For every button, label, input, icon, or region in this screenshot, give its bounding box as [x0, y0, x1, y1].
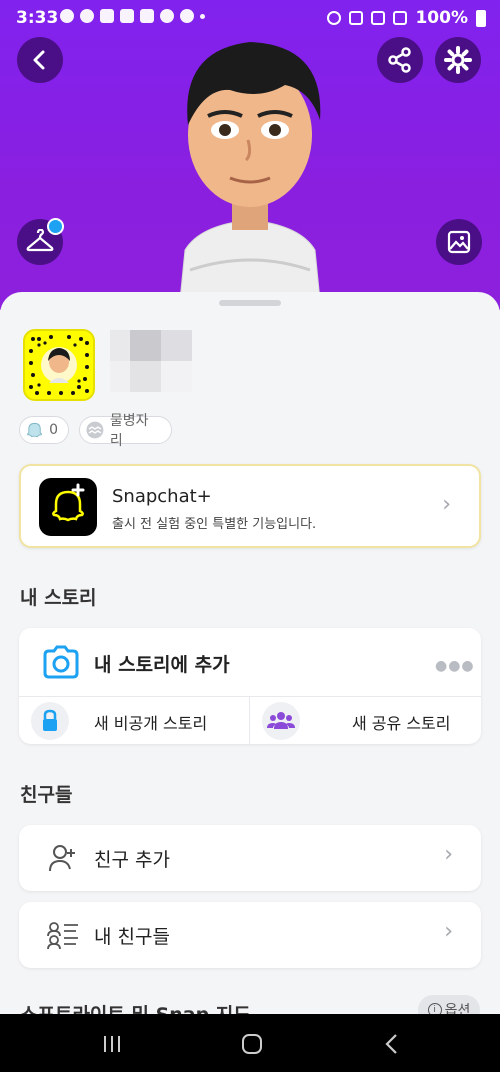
snap-score-chip[interactable]: 0 [19, 416, 69, 444]
talk-icon [60, 9, 74, 23]
camera-icon [43, 645, 79, 679]
signal-icon [393, 11, 408, 25]
notification-icons [60, 9, 205, 23]
app-icon [100, 9, 114, 23]
navigation-bar [0, 1014, 500, 1072]
new-private-story-label: 새 비공개 스토리 [94, 714, 208, 733]
ghost-icon [27, 422, 42, 438]
gear-icon [444, 46, 472, 74]
app-icon [120, 9, 134, 23]
add-friends-label: 친구 추가 [94, 849, 170, 871]
alarm-icon [327, 11, 342, 25]
status-time: 3:33 [16, 8, 59, 28]
zodiac-label: 물병자리 [109, 413, 149, 449]
snapcode[interactable] [23, 329, 95, 401]
chevron-right-icon: › [442, 492, 451, 517]
back-button[interactable] [17, 37, 63, 83]
battery-label: 100% [415, 8, 468, 28]
battery-icon [476, 9, 486, 27]
image-icon [447, 230, 471, 254]
my-story-card: 내 스토리에 추가 ●●● 새 비공개 스토리 새 공유 스토리 [19, 628, 481, 744]
snapchat-plus-card[interactable]: Snapchat+ 출시 전 실험 중인 특별한 기능입니다. › [19, 464, 481, 548]
app-icon [140, 9, 154, 23]
ghost-plus-icon [52, 483, 85, 522]
more-options-icon[interactable]: ●●● [435, 658, 475, 674]
telegram-icon [80, 9, 94, 23]
snap-score-value: 0 [49, 422, 58, 438]
recent-apps-icon[interactable] [102, 1034, 122, 1054]
dot-icon [200, 13, 205, 19]
bitmoji-avatar[interactable] [160, 30, 340, 300]
group-icon [262, 702, 300, 740]
add-friend-icon [49, 845, 75, 872]
sheet-handle[interactable] [219, 300, 281, 306]
snapchat-plus-subtitle: 출시 전 실험 중인 특별한 기능입니다. [112, 517, 317, 532]
mute-icon [371, 11, 386, 25]
aquarius-icon [86, 421, 104, 439]
my-friends-label: 내 친구들 [94, 926, 170, 948]
friends-section-title: 친구들 [20, 784, 73, 806]
my-friends-row[interactable]: 내 친구들 › [19, 902, 481, 968]
lock-icon [31, 702, 69, 740]
status-bar: 3:33 100% [0, 0, 500, 34]
snapchat-plus-logo [39, 478, 97, 536]
settings-button[interactable] [435, 37, 481, 83]
chevron-right-icon: › [444, 919, 453, 944]
add-to-story-row[interactable]: 내 스토리에 추가 ●●● [19, 628, 481, 696]
new-private-story-button[interactable]: 새 비공개 스토리 [19, 697, 249, 744]
add-friends-row[interactable]: 친구 추가 › [19, 825, 481, 891]
my-story-section-title: 내 스토리 [20, 587, 97, 609]
snapcode-dots [29, 335, 89, 395]
add-to-story-label: 내 스토리에 추가 [94, 654, 230, 676]
profile-header [0, 0, 500, 310]
background-button[interactable] [436, 219, 482, 265]
back-nav-icon[interactable] [382, 1033, 402, 1055]
outfit-button[interactable] [17, 218, 64, 265]
friends-list-icon [47, 922, 78, 950]
new-shared-story-button[interactable]: 새 공유 스토리 [250, 697, 481, 744]
zodiac-chip[interactable]: 물병자리 [79, 413, 172, 449]
profile-sheet[interactable]: 0 물병자리 Snapchat+ 출시 전 실험 중인 특별한 기능입니다. ›… [0, 292, 500, 1072]
share-button[interactable] [377, 37, 423, 83]
system-status: 100% [327, 8, 486, 28]
settings-notification-icon [160, 9, 174, 23]
username-blurred [110, 330, 192, 392]
bluetooth-icon [349, 11, 364, 25]
share-icon [388, 47, 411, 73]
back-icon [33, 50, 45, 70]
new-shared-story-label: 새 공유 스토리 [352, 714, 451, 733]
home-icon[interactable] [241, 1033, 263, 1055]
app-icon [180, 9, 194, 23]
notification-dot [47, 218, 64, 235]
snapchat-plus-title: Snapchat+ [112, 486, 212, 507]
chevron-right-icon: › [444, 842, 453, 867]
